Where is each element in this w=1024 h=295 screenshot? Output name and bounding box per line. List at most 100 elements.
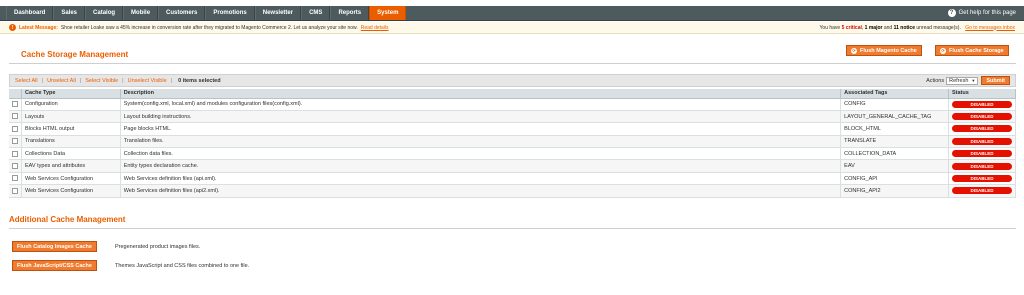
row-checkbox[interactable] — [12, 125, 18, 132]
refresh-icon: ⟳ — [940, 47, 946, 54]
cache-type-cell: Web Services Configuration — [21, 172, 121, 186]
status-badge: DISABLED — [951, 137, 1012, 145]
actions-group: Actions Refresh ▼ Submit — [926, 76, 1010, 85]
column-header-cache-type[interactable]: Cache Type — [21, 89, 121, 99]
flush-cache-storage-label: Flush Cache Storage — [949, 47, 1004, 54]
select-all-link[interactable]: Select All — [15, 78, 38, 84]
actions-select[interactable]: Refresh ▼ — [946, 76, 979, 85]
cache-type-cell: Layouts — [21, 110, 121, 124]
page-title: Cache Storage Management — [21, 50, 129, 59]
table-header-row: Cache Type Description Associated Tags S… — [9, 89, 1017, 99]
table-row[interactable]: Collections Data Collection data files. CO… — [9, 147, 1017, 161]
nav-item-catalog[interactable]: Catalog — [85, 6, 124, 20]
tags-cell: LAYOUT_GENERAL_CACHE_TAG — [840, 110, 949, 124]
cache-type-cell: EAV types and attributes — [21, 159, 121, 173]
nav-item-reports[interactable]: Reports — [330, 6, 370, 20]
status-cell: DISABLED — [948, 135, 1017, 149]
major-count: 1 major — [864, 24, 883, 31]
massaction-bar: Select All | Unselect All | Select Visib… — [9, 74, 1016, 87]
notification-bar: ! Latest Message: Shoe retailer Loake sa… — [0, 22, 1024, 34]
unselect-visible-link[interactable]: Unselect Visible — [128, 78, 167, 84]
separator: | — [41, 77, 44, 84]
row-checkbox[interactable] — [12, 175, 18, 182]
nav-item-promotions[interactable]: Promotions — [205, 6, 255, 20]
column-header-status[interactable]: Status — [948, 89, 1017, 99]
tags-cell: CONFIG — [840, 98, 949, 111]
summary-suffix: unread message(s). — [916, 24, 961, 31]
column-header-description[interactable]: Description — [120, 89, 842, 99]
cache-type-cell: Blocks HTML output — [21, 122, 121, 136]
messages-inbox-link[interactable]: Go to messages inbox — [965, 25, 1015, 31]
cache-type-cell: Collections Data — [21, 147, 121, 161]
nav-item-customers[interactable]: Customers — [158, 6, 206, 20]
unselect-all-link[interactable]: Unselect All — [47, 78, 76, 84]
submit-button[interactable]: Submit — [981, 76, 1010, 85]
refresh-icon: ⟳ — [851, 47, 857, 54]
description-cell: Translation files. — [120, 135, 842, 149]
actions-select-value: Refresh — [949, 77, 969, 84]
status-cell: DISABLED — [948, 184, 1017, 198]
tags-cell: CONFIG_API2 — [840, 184, 949, 198]
help-icon: ? — [947, 9, 956, 17]
table-row[interactable]: Layouts Layout building instructions. LAYO… — [9, 110, 1017, 124]
flush-magento-cache-button[interactable]: ⟳ Flush Magento Cache — [846, 45, 922, 56]
table-row[interactable]: Web Services Configuration Web Services d… — [9, 172, 1017, 186]
notice-summary: You have 5 critical, 1 major and 11 noti… — [819, 24, 1015, 31]
table-row[interactable]: Translations Translation files. TRANSLATE D… — [9, 135, 1017, 149]
flush-magento-cache-label: Flush Magento Cache — [860, 47, 917, 54]
actions-label: Actions — [926, 77, 945, 84]
separator: | — [170, 77, 173, 84]
notice-count: 11 notice — [893, 24, 915, 31]
description-cell: System(config.xml, local.xml) and module… — [120, 98, 842, 111]
cache-type-cell: Web Services Configuration — [21, 184, 121, 198]
nav-item-system[interactable]: System — [369, 6, 407, 20]
checkbox-cell — [9, 184, 22, 198]
nav-item-cms[interactable]: CMS — [301, 6, 331, 20]
tags-cell: CONFIG_API — [840, 172, 949, 186]
row-checkbox[interactable] — [12, 100, 18, 107]
status-cell: DISABLED — [948, 110, 1017, 124]
status-badge: DISABLED — [951, 125, 1012, 133]
row-checkbox[interactable] — [12, 162, 18, 169]
additional-divider — [9, 228, 1016, 229]
nav-item-newsletter[interactable]: Newsletter — [254, 6, 302, 20]
status-badge: DISABLED — [951, 175, 1012, 183]
chevron-down-icon: ▼ — [971, 78, 976, 83]
tags-cell: EAV — [840, 159, 949, 173]
summary-and: and — [883, 24, 893, 31]
description-cell: Layout building instructions. — [120, 110, 842, 124]
alert-icon: ! — [9, 24, 16, 31]
notice-text: Shoe retailer Loake saw a 45% increase i… — [60, 24, 358, 31]
selected-count: 0 items selected — [178, 77, 221, 84]
row-checkbox[interactable] — [12, 150, 18, 157]
critical-count: 5 critical — [841, 24, 862, 31]
nav-item-sales[interactable]: Sales — [53, 6, 86, 20]
tags-cell: TRANSLATE — [840, 135, 949, 149]
separator: | — [79, 77, 82, 84]
flush-cache-storage-button[interactable]: ⟳ Flush Cache Storage — [935, 45, 1009, 56]
status-cell: DISABLED — [948, 159, 1017, 173]
row-checkbox[interactable] — [12, 113, 18, 120]
help-label: Get help for this page — [958, 10, 1016, 16]
nav-item-mobile[interactable]: Mobile — [123, 6, 159, 20]
nav-item-dashboard[interactable]: Dashboard — [6, 6, 54, 20]
catalog-images-description: Pregenerated product images files. — [115, 244, 201, 250]
checkbox-cell — [9, 98, 22, 111]
column-header-associated-tags[interactable]: Associated Tags — [840, 89, 949, 99]
flush-catalog-images-button[interactable]: Flush Catalog Images Cache — [12, 241, 97, 252]
cache-type-cell: Translations — [21, 135, 121, 149]
status-cell: DISABLED — [948, 172, 1017, 186]
checkbox-cell — [9, 159, 22, 173]
table-row[interactable]: Blocks HTML output Page blocks HTML. BLOCK… — [9, 122, 1017, 136]
flush-js-css-button[interactable]: Flush JavaScript/CSS Cache — [12, 260, 97, 271]
table-row[interactable]: Web Services Configuration Web Services d… — [9, 184, 1017, 198]
row-checkbox[interactable] — [12, 138, 18, 145]
row-checkbox[interactable] — [12, 187, 18, 194]
table-row[interactable]: Configuration System(config.xml, local.xm… — [9, 98, 1017, 111]
checkbox-cell — [9, 147, 22, 161]
table-row[interactable]: EAV types and attributes Entity types dec… — [9, 159, 1017, 173]
read-details-link[interactable]: Read details — [361, 25, 389, 31]
select-visible-link[interactable]: Select Visible — [85, 78, 118, 84]
help-link[interactable]: ? Get help for this page — [947, 6, 1024, 20]
status-badge: DISABLED — [951, 150, 1012, 158]
